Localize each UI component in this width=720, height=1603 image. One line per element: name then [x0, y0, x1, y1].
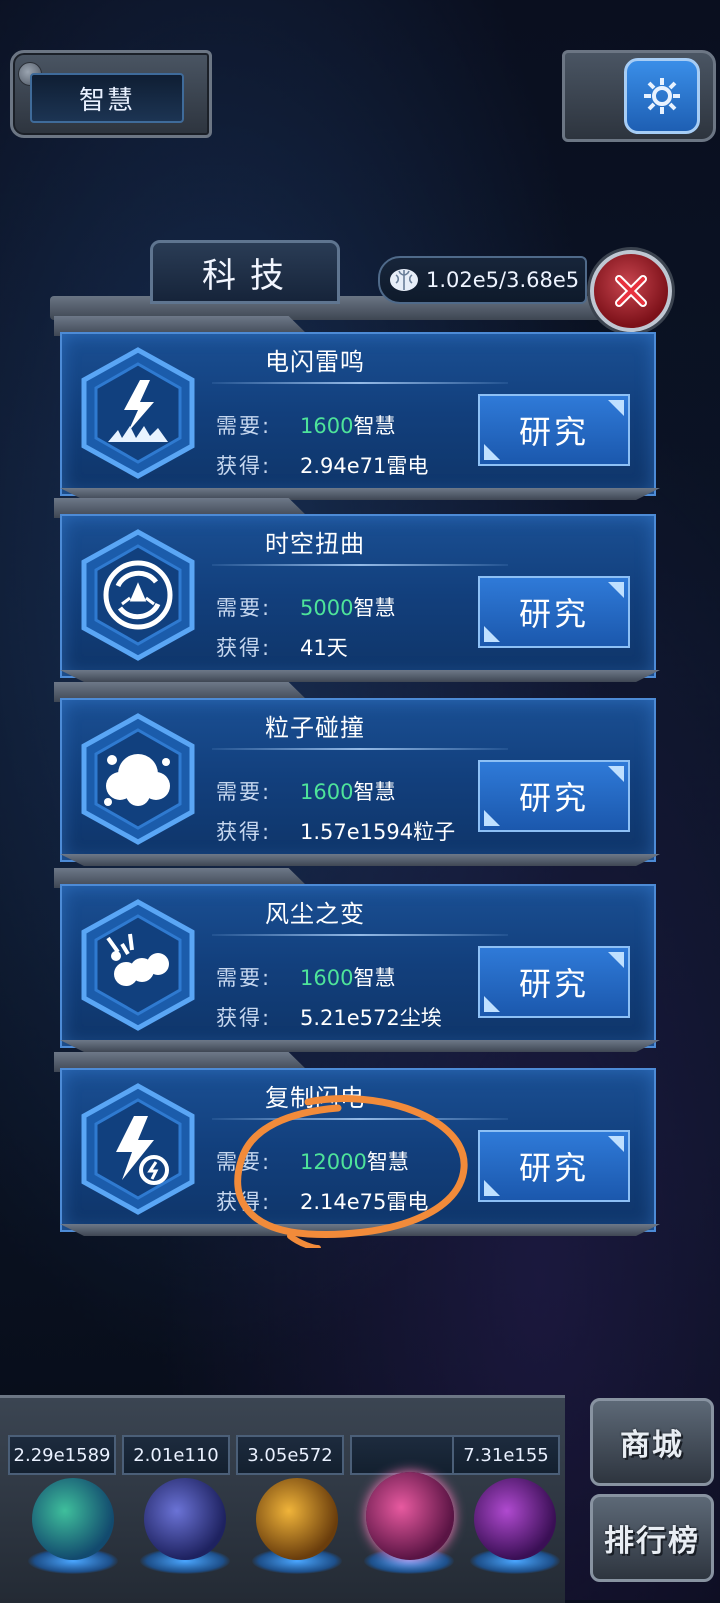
- reward-value: 41天: [300, 636, 348, 660]
- cost-amount: 5000: [300, 596, 354, 620]
- tech-card: 电闪雷鸣 需要: 1600智慧 获得: 2.94e71雷电 研究: [50, 316, 665, 500]
- cost-value: 12000智慧: [300, 1146, 409, 1176]
- reward-label: 获得:: [216, 820, 272, 844]
- resource-value: 2.01e110: [122, 1435, 230, 1475]
- cost-label: 需要:: [216, 414, 272, 438]
- card-rail: [60, 854, 660, 866]
- resource-value: [350, 1435, 458, 1475]
- research-button[interactable]: 研究: [478, 760, 630, 832]
- wisdom-counter: 1.02e5/3.68e5: [378, 256, 587, 304]
- cost-amount: 1600: [300, 414, 354, 438]
- cost-value: 1600智慧: [300, 776, 395, 806]
- research-button[interactable]: 研究: [478, 946, 630, 1018]
- reward-label: 获得:: [216, 1006, 272, 1030]
- title-divider: [212, 934, 508, 936]
- title-divider: [212, 564, 508, 566]
- cost-value: 5000智慧: [300, 592, 395, 622]
- resource-value: 7.31e155: [452, 1435, 560, 1475]
- reward-label: 获得:: [216, 1190, 272, 1214]
- cost-label: 需要:: [216, 966, 272, 990]
- settings-button[interactable]: [624, 58, 700, 134]
- cost-unit: 智慧: [353, 596, 396, 620]
- copy-lightning-icon: [81, 1083, 195, 1215]
- reward-value: 1.57e1594粒子: [300, 820, 456, 844]
- reward-value: 5.21e572尘埃: [300, 1006, 442, 1030]
- tech-card: 复制闪电 需要: 12000智慧 获得: 2.14e75雷电 研究: [50, 1052, 665, 1236]
- cost-unit: 智慧: [366, 1150, 409, 1174]
- close-icon: [615, 275, 647, 307]
- cost-label: 需要:: [216, 1150, 272, 1174]
- cost-amount: 1600: [300, 780, 354, 804]
- card-rail: [60, 1040, 660, 1052]
- vortex-orb-icon[interactable]: [474, 1478, 556, 1560]
- research-button[interactable]: 研究: [478, 1130, 630, 1202]
- title-divider: [212, 748, 508, 750]
- tech-name: 复制闪电: [265, 1084, 365, 1112]
- cost-label: 需要:: [216, 596, 272, 620]
- page-title: 智慧: [30, 73, 184, 123]
- resource-value: 2.29e1589: [8, 1435, 116, 1475]
- lightning-impact-icon: [81, 347, 195, 479]
- particle-orb-icon[interactable]: [32, 1478, 114, 1560]
- vortex-icon: [81, 529, 195, 661]
- particle-collision-icon: [81, 713, 195, 845]
- cost-value: 1600智慧: [300, 410, 395, 440]
- modal-title: 科技: [150, 240, 340, 304]
- cost-unit: 智慧: [353, 966, 396, 990]
- title-divider: [212, 382, 508, 384]
- card-rail: [60, 1224, 660, 1236]
- reward-label: 获得:: [216, 454, 272, 478]
- research-button[interactable]: 研究: [478, 576, 630, 648]
- reward-value: 2.14e75雷电: [300, 1190, 429, 1214]
- brain-orb-icon[interactable]: [366, 1472, 454, 1560]
- cost-unit: 智慧: [353, 414, 396, 438]
- tech-name: 粒子碰撞: [265, 714, 365, 742]
- resource-value: 3.05e572: [236, 1435, 344, 1475]
- title-divider: [212, 1118, 508, 1120]
- tech-card: 风尘之变 需要: 1600智慧 获得: 5.21e572尘埃 研究: [50, 868, 665, 1052]
- cost-amount: 12000: [300, 1150, 367, 1174]
- shop-button[interactable]: 商城: [590, 1398, 714, 1486]
- cost-label: 需要:: [216, 780, 272, 804]
- cost-amount: 1600: [300, 966, 354, 990]
- reward-label: 获得:: [216, 636, 272, 660]
- research-button[interactable]: 研究: [478, 394, 630, 466]
- tech-name: 风尘之变: [265, 900, 365, 928]
- tech-card: 时空扭曲 需要: 5000智慧 获得: 41天 研究: [50, 498, 665, 682]
- gear-icon: [644, 78, 680, 114]
- reward-value: 2.94e71雷电: [300, 454, 429, 478]
- wisdom-counter-value: 1.02e5/3.68e5: [426, 268, 580, 292]
- cost-value: 1600智慧: [300, 962, 395, 992]
- lightning-orb-icon[interactable]: [144, 1478, 226, 1560]
- cost-unit: 智慧: [353, 780, 396, 804]
- tech-name: 电闪雷鸣: [265, 348, 365, 376]
- dust-orb-icon[interactable]: [256, 1478, 338, 1560]
- tech-name: 时空扭曲: [265, 530, 365, 558]
- dust-cloud-icon: [81, 899, 195, 1031]
- card-rail: [60, 670, 660, 682]
- brain-icon: [390, 269, 418, 291]
- tech-card: 粒子碰撞 需要: 1600智慧 获得: 1.57e1594粒子 研究: [50, 682, 665, 866]
- ranking-button[interactable]: 排行榜: [590, 1494, 714, 1582]
